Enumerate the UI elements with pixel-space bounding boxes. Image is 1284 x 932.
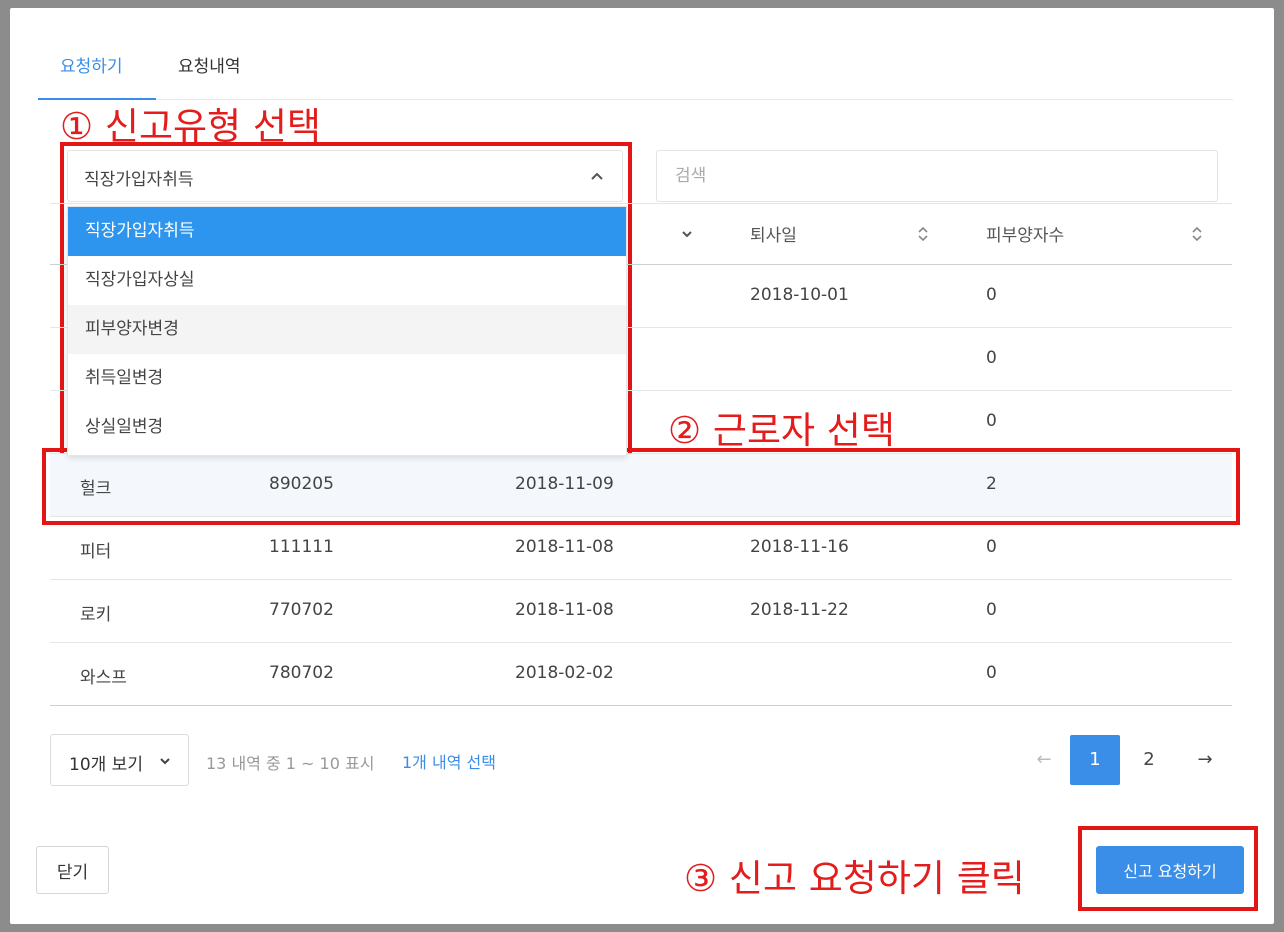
cell-name: 와스프 <box>80 663 127 688</box>
cell-name: 헐크 <box>80 474 111 499</box>
cell-join-date: 2018-11-08 <box>515 537 614 557</box>
page-2-button[interactable]: 2 <box>1124 735 1174 785</box>
option-employee-loss[interactable]: 직장가입자상실 <box>68 256 626 305</box>
selected-count-info: 1개 내역 선택 <box>402 749 496 773</box>
submit-request-button[interactable]: 신고 요청하기 <box>1096 846 1244 894</box>
cell-dependents: 0 <box>986 285 997 305</box>
cell-join-date: 2018-11-08 <box>515 600 614 620</box>
cell-name: 로키 <box>80 600 111 625</box>
cell-id: 770702 <box>269 600 334 620</box>
cell-id: 780702 <box>269 663 334 683</box>
cell-leave-date: 2018-11-16 <box>750 537 849 557</box>
cell-dependents: 0 <box>986 663 997 683</box>
report-type-select[interactable]: 직장가입자취득 <box>67 150 623 202</box>
cell-name: 피터 <box>80 537 111 562</box>
cell-dependents: 2 <box>986 474 997 494</box>
cell-id: 111111 <box>269 537 334 557</box>
cell-id: 890205 <box>269 474 334 494</box>
page-1-button[interactable]: 1 <box>1070 735 1120 785</box>
table-row-selected[interactable]: 헐크 890205 2018-11-09 2 <box>50 454 1232 516</box>
annotation-step1: ① 신고유형 선택 <box>60 96 321 150</box>
chevron-down-icon[interactable] <box>680 225 694 243</box>
search-input[interactable] <box>656 150 1218 202</box>
option-employee-acquire[interactable]: 직장가입자취득 <box>68 207 626 256</box>
next-page-button[interactable]: → <box>1180 735 1230 785</box>
tab-history[interactable]: 요청내역 <box>178 52 241 77</box>
cell-join-date: 2018-11-09 <box>515 474 614 494</box>
cell-leave-date: 2018-10-01 <box>750 285 849 305</box>
close-button[interactable]: 닫기 <box>36 846 109 894</box>
sort-icon[interactable] <box>1190 225 1204 243</box>
report-type-dropdown: 직장가입자취득 직장가입자상실 피부양자변경 취득일변경 상실일변경 <box>67 206 627 456</box>
header-dependents[interactable]: 피부양자수 <box>986 221 1064 246</box>
chevron-down-icon <box>159 755 171 767</box>
page-size-select[interactable]: 10개 보기 <box>50 734 189 786</box>
cell-dependents: 0 <box>986 537 997 557</box>
prev-page-button[interactable]: ← <box>1019 735 1069 785</box>
tab-request[interactable]: 요청하기 <box>60 52 123 77</box>
report-type-value: 직장가입자취득 <box>84 165 193 190</box>
sort-icon[interactable] <box>916 225 930 243</box>
chevron-up-icon <box>590 169 604 183</box>
table-row[interactable]: 피터 111111 2018-11-08 2018-11-16 0 <box>50 517 1232 579</box>
table-top-border <box>50 203 1232 204</box>
cell-dependents: 0 <box>986 600 997 620</box>
option-acquire-date-change[interactable]: 취득일변경 <box>68 354 626 403</box>
table-row[interactable]: 와스프 780702 2018-02-02 0 <box>50 643 1232 705</box>
result-count-info: 13 내역 중 1 ~ 10 표시 <box>206 750 374 774</box>
header-leave-date[interactable]: 퇴사일 <box>750 221 797 246</box>
tab-bar: 요청하기 요청내역 <box>38 42 1233 100</box>
cell-dependents: 0 <box>986 411 997 431</box>
cell-join-date: 2018-02-02 <box>515 663 614 683</box>
request-modal: 요청하기 요청내역 ① 신고유형 선택 직장가입자취득 직장가입자취득 직장가입… <box>10 8 1274 924</box>
option-dependent-change[interactable]: 피부양자변경 <box>68 305 626 354</box>
table-row[interactable]: 로키 770702 2018-11-08 2018-11-22 0 <box>50 580 1232 642</box>
page-size-label: 10개 보기 <box>69 750 143 775</box>
option-loss-date-change[interactable]: 상실일변경 <box>68 403 626 452</box>
table-bottom-border <box>50 705 1232 706</box>
annotation-step3: ③ 신고 요청하기 클릭 <box>684 848 1025 902</box>
annotation-step2: ② 근로자 선택 <box>668 400 895 454</box>
cell-dependents: 0 <box>986 348 997 368</box>
cell-leave-date: 2018-11-22 <box>750 600 849 620</box>
